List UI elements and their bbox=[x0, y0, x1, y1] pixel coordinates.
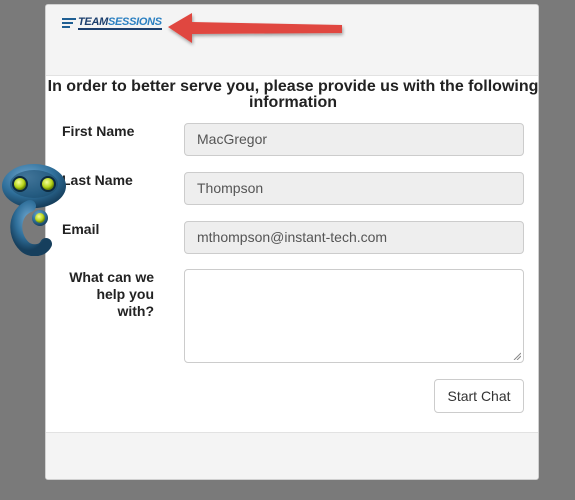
email-field[interactable]: mthompson@instant-tech.com bbox=[184, 221, 524, 254]
first-name-field[interactable]: MacGregor bbox=[184, 123, 524, 156]
modal-footer bbox=[46, 432, 538, 479]
message-label: What can we help you with? bbox=[69, 269, 154, 319]
logo-speed-lines bbox=[62, 18, 76, 28]
start-chat-button[interactable]: Start Chat bbox=[434, 379, 524, 413]
logo-text-sessions: SESSIONS bbox=[107, 16, 162, 28]
robot-icon bbox=[2, 164, 66, 256]
red-arrow-icon bbox=[168, 13, 342, 43]
logo-text-team: TEAM bbox=[78, 16, 108, 28]
teamsessions-logo: TEAMSESSIONS bbox=[62, 14, 162, 32]
chat-modal: TEAMSESSIONS In order to better serve yo… bbox=[45, 4, 539, 480]
resize-grip-icon[interactable] bbox=[513, 352, 521, 360]
last-name-field[interactable]: Thompson bbox=[184, 172, 524, 205]
modal-header: TEAMSESSIONS bbox=[46, 5, 538, 76]
form-heading: In order to better serve you, please pro… bbox=[47, 78, 539, 111]
last-name-label: Last Name bbox=[62, 172, 133, 188]
message-textarea[interactable] bbox=[184, 269, 524, 363]
first-name-label: First Name bbox=[62, 123, 135, 139]
